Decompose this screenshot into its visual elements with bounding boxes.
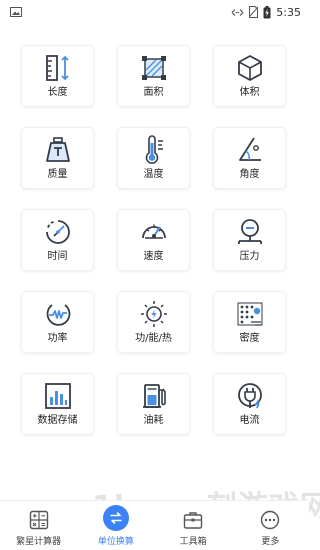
nav-label: 繁星计算器 — [16, 537, 62, 547]
nav-unit-convert[interactable]: 单位换算 — [77, 501, 154, 550]
cube-icon — [237, 55, 262, 81]
tool-power[interactable]: 功率 — [22, 292, 93, 352]
calculator-icon — [29, 510, 48, 530]
pressure-gauge-icon — [237, 219, 262, 244]
tool-energy[interactable]: 功/能/热 — [118, 292, 189, 352]
fuel-pump-icon — [142, 384, 166, 408]
more-icon — [261, 510, 280, 530]
tool-label: 长度 — [47, 87, 68, 98]
tool-density[interactable]: 密度 — [214, 292, 285, 352]
tool-time[interactable]: 时间 — [22, 210, 93, 270]
tool-label: 面积 — [143, 87, 164, 98]
density-icon — [237, 302, 262, 326]
nav-toolbox[interactable]: 工具箱 — [155, 501, 232, 550]
tool-mass[interactable]: 质量 — [22, 128, 93, 188]
tool-label: 密度 — [239, 333, 260, 344]
battery-charging-icon — [263, 5, 271, 18]
thermometer-icon — [145, 135, 163, 164]
nav-more[interactable]: 更多 — [232, 501, 309, 550]
tool-label: 质量 — [47, 169, 68, 180]
nav-label: 工具箱 — [179, 537, 207, 547]
tool-label: 速度 — [143, 251, 164, 262]
tool-label: 油耗 — [143, 415, 164, 426]
power-icon — [46, 304, 70, 326]
angle-icon — [238, 137, 261, 161]
bottom-nav: 繁星计算器 单位换算 工具箱 更多 — [0, 500, 309, 550]
ruler-icon — [45, 55, 69, 81]
nav-calculator[interactable]: 繁星计算器 — [0, 501, 77, 550]
image-notification-icon — [10, 7, 22, 17]
energy-icon — [140, 301, 167, 327]
tool-angle[interactable]: 角度 — [214, 128, 285, 188]
tool-label: 数据存储 — [37, 415, 78, 426]
unit-convert-icon — [110, 512, 122, 524]
no-sim-icon — [249, 6, 259, 18]
speedometer-icon — [141, 224, 166, 239]
status-bar: 5:35 — [0, 0, 309, 24]
tool-label: 电流 — [239, 415, 260, 426]
tool-temperature[interactable]: 温度 — [118, 128, 189, 188]
area-icon — [141, 56, 166, 80]
tool-pressure[interactable]: 压力 — [214, 210, 285, 270]
tool-fuel[interactable]: 油耗 — [118, 374, 189, 434]
tool-label: 温度 — [143, 169, 164, 180]
tool-label: 压力 — [239, 251, 260, 262]
nav-label: 更多 — [261, 537, 280, 547]
tool-data-storage[interactable]: 数据存储 — [22, 374, 93, 434]
tool-area[interactable]: 面积 — [118, 46, 189, 106]
weight-icon — [45, 137, 70, 162]
tool-current[interactable]: 电流 — [214, 374, 285, 434]
tool-volume[interactable]: 体积 — [214, 46, 285, 106]
plug-icon — [237, 383, 262, 409]
clock-icon — [45, 220, 70, 244]
data-storage-icon — [44, 383, 71, 409]
clock-time: 5:35 — [276, 5, 301, 19]
tool-label: 时间 — [47, 251, 68, 262]
data-transfer-icon — [231, 8, 244, 16]
tool-label: 角度 — [239, 169, 260, 180]
unit-category-grid: 长度 面积 体积 质量 温度 角度 时间 速度 压力 功率 功/能/热 密度 数… — [22, 46, 287, 434]
tool-label: 体积 — [239, 87, 260, 98]
tool-length[interactable]: 长度 — [22, 46, 93, 106]
nav-active-indicator — [102, 505, 129, 531]
tool-speed[interactable]: 速度 — [118, 210, 189, 270]
tool-label: 功率 — [47, 333, 68, 344]
tool-label: 功/能/热 — [135, 333, 172, 344]
toolbox-icon — [183, 512, 203, 529]
nav-label: 单位换算 — [97, 537, 134, 547]
